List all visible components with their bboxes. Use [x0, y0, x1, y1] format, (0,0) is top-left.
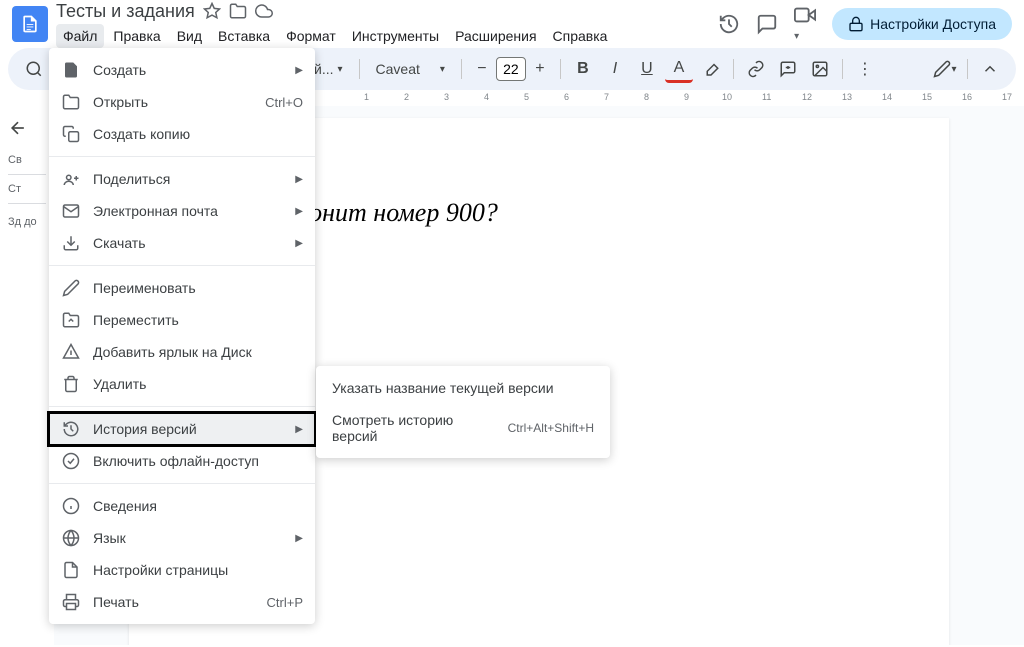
separator	[560, 59, 561, 79]
outline-sidebar: Св Ст Зд до	[0, 106, 54, 645]
history-icon	[61, 419, 81, 439]
menu-view[interactable]: Вид	[170, 24, 209, 48]
document-title[interactable]: Тесты и задания	[56, 1, 195, 22]
page-setup-icon	[61, 560, 81, 580]
separator	[49, 406, 315, 407]
menu-extensions[interactable]: Расширения	[448, 24, 543, 48]
title-area: Тесты и задания Файл Правка Вид Вставка …	[56, 1, 718, 48]
menu-create[interactable]: Создать ▶	[49, 54, 315, 86]
separator	[733, 59, 734, 79]
image-button[interactable]	[806, 55, 834, 83]
menu-version-history[interactable]: История версий ▶	[49, 413, 315, 445]
menu-tools[interactable]: Инструменты	[345, 24, 446, 48]
collapse-icon[interactable]	[976, 55, 1004, 83]
chevron-right-icon: ▶	[295, 65, 303, 76]
comments-icon[interactable]	[756, 13, 778, 35]
separator	[967, 59, 968, 79]
outline-header2: Ст	[8, 183, 46, 204]
star-icon[interactable]	[203, 2, 221, 20]
underline-button[interactable]: U	[633, 55, 661, 83]
drive-shortcut-icon	[61, 342, 81, 362]
rename-icon	[61, 278, 81, 298]
menu-help[interactable]: Справка	[546, 24, 615, 48]
menu-language[interactable]: Язык ▶	[49, 522, 315, 554]
more-icon[interactable]: ⋮	[851, 55, 879, 83]
header-actions: ▾ Настройки Доступа	[718, 4, 1012, 44]
submenu-name-version[interactable]: Указать название текущей версии	[316, 372, 610, 404]
link-button[interactable]	[742, 55, 770, 83]
header: Тесты и задания Файл Правка Вид Вставка …	[0, 0, 1024, 48]
folder-icon	[61, 92, 81, 112]
comment-button[interactable]	[774, 55, 802, 83]
offline-icon	[61, 451, 81, 471]
decrease-font-icon[interactable]: −	[470, 57, 494, 81]
info-icon	[61, 496, 81, 516]
globe-icon	[61, 528, 81, 548]
chevron-right-icon: ▶	[295, 174, 303, 185]
cloud-status-icon[interactable]	[255, 2, 273, 20]
back-arrow-icon[interactable]	[8, 118, 46, 138]
menu-print[interactable]: Печать Ctrl+P	[49, 586, 315, 618]
search-icon[interactable]	[20, 55, 48, 83]
email-icon	[61, 201, 81, 221]
separator	[49, 483, 315, 484]
trash-icon	[61, 374, 81, 394]
menu-insert[interactable]: Вставка	[211, 24, 277, 48]
outline-header: Св	[8, 154, 46, 175]
edit-mode-button[interactable]: ▾	[931, 55, 959, 83]
submenu-see-history[interactable]: Смотреть историю версий Ctrl+Alt+Shift+H	[316, 404, 610, 452]
font-size-input[interactable]	[496, 57, 526, 81]
menu-rename[interactable]: Переименовать	[49, 272, 315, 304]
menu-add-shortcut[interactable]: Добавить ярлык на Диск	[49, 336, 315, 368]
menu-format[interactable]: Формат	[279, 24, 343, 48]
docs-logo[interactable]	[12, 6, 48, 42]
highlight-button[interactable]	[697, 55, 725, 83]
menu-file[interactable]: Файл	[56, 24, 104, 48]
font-size-control: − +	[470, 57, 552, 81]
text-color-button[interactable]: A	[665, 55, 693, 83]
document-icon	[61, 60, 81, 80]
menu-delete[interactable]: Удалить	[49, 368, 315, 400]
chevron-right-icon: ▶	[295, 206, 303, 217]
separator	[49, 156, 315, 157]
file-menu-dropdown: Создать ▶ Открыть Ctrl+O Создать копию П…	[49, 48, 315, 624]
separator	[359, 59, 360, 79]
chevron-right-icon: ▶	[295, 238, 303, 249]
share-icon	[61, 169, 81, 189]
menu-open[interactable]: Открыть Ctrl+O	[49, 86, 315, 118]
chevron-right-icon: ▶	[295, 424, 303, 435]
share-button[interactable]: Настройки Доступа	[832, 8, 1012, 40]
separator	[461, 59, 462, 79]
menu-email[interactable]: Электронная почта ▶	[49, 195, 315, 227]
menu-move[interactable]: Переместить	[49, 304, 315, 336]
menu-make-copy[interactable]: Создать копию	[49, 118, 315, 150]
menu-bar: Файл Правка Вид Вставка Формат Инструмен…	[56, 24, 718, 48]
download-icon	[61, 233, 81, 253]
menu-download[interactable]: Скачать ▶	[49, 227, 315, 259]
outline-text: Зд до	[8, 216, 37, 228]
menu-offline[interactable]: Включить офлайн-доступ	[49, 445, 315, 477]
menu-share[interactable]: Поделиться ▶	[49, 163, 315, 195]
bold-button[interactable]: B	[569, 55, 597, 83]
copy-icon	[61, 124, 81, 144]
menu-details[interactable]: Сведения	[49, 490, 315, 522]
move-folder-icon[interactable]	[229, 2, 247, 20]
separator	[49, 265, 315, 266]
menu-edit[interactable]: Правка	[106, 24, 167, 48]
move-icon	[61, 310, 81, 330]
separator	[842, 59, 843, 79]
italic-button[interactable]: I	[601, 55, 629, 83]
font-select[interactable]: Caveat ▾	[368, 57, 453, 81]
print-icon	[61, 592, 81, 612]
version-history-submenu: Указать название текущей версии Смотреть…	[316, 366, 610, 458]
share-button-label: Настройки Доступа	[870, 16, 996, 32]
meet-icon[interactable]: ▾	[794, 4, 816, 44]
increase-font-icon[interactable]: +	[528, 57, 552, 81]
history-icon[interactable]	[718, 13, 740, 35]
chevron-right-icon: ▶	[295, 533, 303, 544]
menu-page-setup[interactable]: Настройки страницы	[49, 554, 315, 586]
